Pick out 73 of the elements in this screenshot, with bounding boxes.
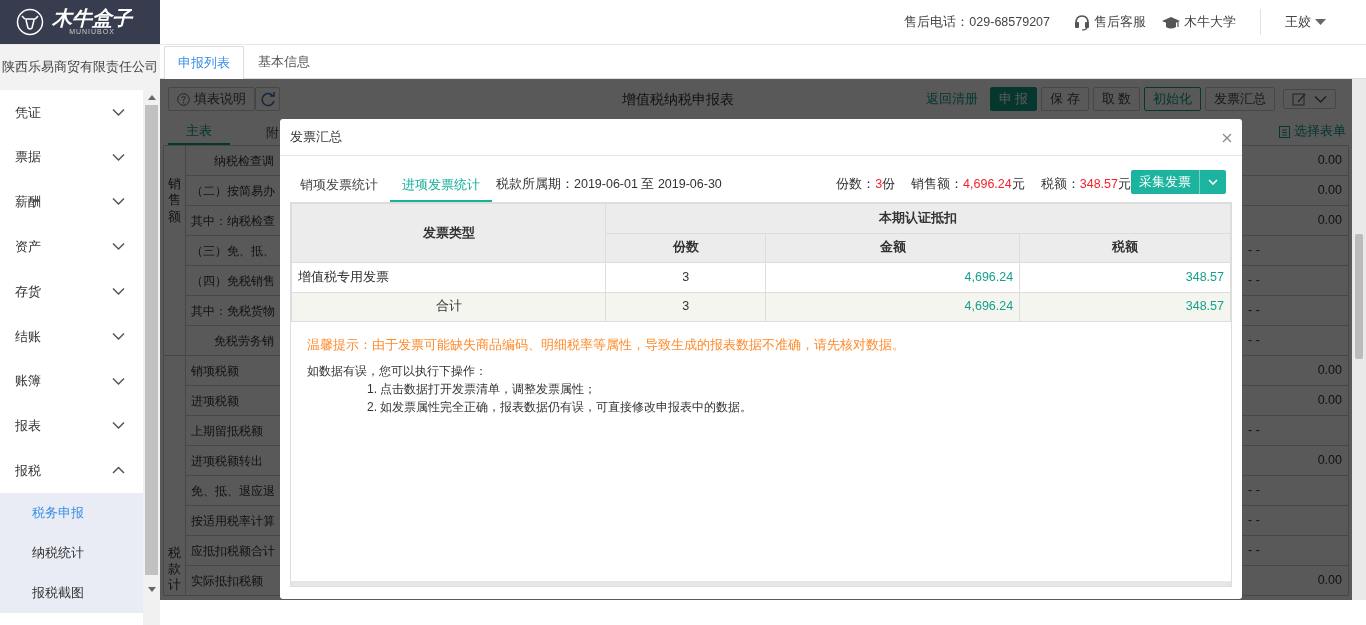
edit-icon <box>1292 92 1306 106</box>
company-name: 陕西乐易商贸有限责任公司 <box>0 45 160 90</box>
row-group-label: 销售额 <box>168 176 181 225</box>
table-cell: 3 <box>605 292 766 322</box>
refresh-button[interactable] <box>255 86 280 112</box>
summary-label: 份数： <box>836 177 876 192</box>
academy-link[interactable]: 木牛大学 <box>1162 12 1236 32</box>
support-link[interactable]: 售后客服 <box>1074 12 1146 32</box>
summary-label: 税额： <box>1040 177 1080 192</box>
sidebar-item[interactable]: 报表 <box>0 403 143 449</box>
modal-title: 发票汇总 <box>290 128 342 147</box>
user-menu[interactable]: 王姣 <box>1285 12 1326 32</box>
chevron-icon <box>112 331 125 341</box>
sidebar-item[interactable]: 资产 <box>0 224 143 270</box>
chevron-icon <box>112 107 125 117</box>
tab[interactable]: 销项发票统计 <box>288 176 390 202</box>
sidebar-item[interactable]: 存货 <box>0 269 143 314</box>
scroll-down-icon[interactable] <box>147 587 156 592</box>
summary-unit: 份 <box>882 177 896 192</box>
table-cell: 3 <box>605 262 766 292</box>
help-icon <box>177 92 190 106</box>
column-header: 份数 <box>605 233 766 263</box>
list-icon <box>1279 125 1290 138</box>
column-header: 税额 <box>1019 233 1231 263</box>
chevron-icon <box>1208 179 1218 185</box>
sidebar-subitem[interactable]: 纳税统计 <box>0 533 143 574</box>
row-group-label: 税款计 <box>168 544 181 594</box>
sidebar-item[interactable]: 薪酬 <box>0 179 143 225</box>
report-title: 增值税纳税申报表 <box>620 89 735 109</box>
sidebar-item[interactable]: 凭证 <box>0 90 143 135</box>
graduation-cap-icon <box>1162 14 1180 30</box>
tab[interactable]: 申报列表 <box>164 46 244 79</box>
chevron-icon <box>112 287 125 297</box>
summary-value: 348.57 <box>1079 177 1118 192</box>
scroll-up-icon[interactable] <box>147 95 156 100</box>
sidebar-item[interactable]: 账簿 <box>0 358 143 404</box>
phone-text: 售后电话：029-68579207 <box>904 13 1050 31</box>
export-dropdown[interactable] <box>1283 89 1336 109</box>
column-header: 发票类型 <box>291 203 606 263</box>
chevron-icon <box>112 197 125 207</box>
chevron-icon <box>112 466 125 476</box>
period-text: 税款所属期：2019-06-01 至 2019-06-30 <box>496 176 722 194</box>
chevron-icon <box>1314 94 1327 104</box>
caret-icon <box>1315 19 1326 25</box>
chevron-icon <box>112 242 125 252</box>
summary-unit: 元 <box>1118 177 1131 192</box>
headset-icon <box>1074 13 1090 31</box>
chevron-icon <box>112 421 125 431</box>
column-header: 金额 <box>765 233 1020 263</box>
bull-logo-icon <box>16 8 44 36</box>
table-cell: 348.57 <box>1019 292 1231 322</box>
summary-unit: 元 <box>1011 177 1025 192</box>
table-cell: 348.57 <box>1019 262 1231 292</box>
close-icon <box>1222 133 1232 143</box>
table-cell: 4,696.24 <box>765 262 1020 292</box>
logo-text: 木牛盒子 <box>52 7 132 28</box>
scrollbar[interactable] <box>1352 79 1366 600</box>
chevron-icon <box>112 376 125 386</box>
table-cell: 4,696.24 <box>765 292 1020 322</box>
summary-value: 3 <box>875 177 883 192</box>
column-header: 本期认证抵扣 <box>605 203 1231 233</box>
chevron-icon <box>112 152 125 162</box>
tab[interactable]: 基本信息 <box>244 45 324 78</box>
summary-label: 销售额： <box>911 177 964 192</box>
sidebar-item[interactable]: 结账 <box>0 314 143 359</box>
scrollbar-thumb[interactable] <box>145 105 158 575</box>
sidebar-item[interactable]: 票据 <box>0 134 143 180</box>
sidebar-subitem[interactable]: 报税截图 <box>0 573 143 614</box>
sidebar-item[interactable]: 报税 <box>0 448 143 494</box>
refresh-icon <box>260 91 275 107</box>
summary-value: 4,696.24 <box>963 177 1012 192</box>
table-cell: 增值税专用发票 <box>291 262 606 292</box>
table-cell: 合计 <box>291 292 606 322</box>
